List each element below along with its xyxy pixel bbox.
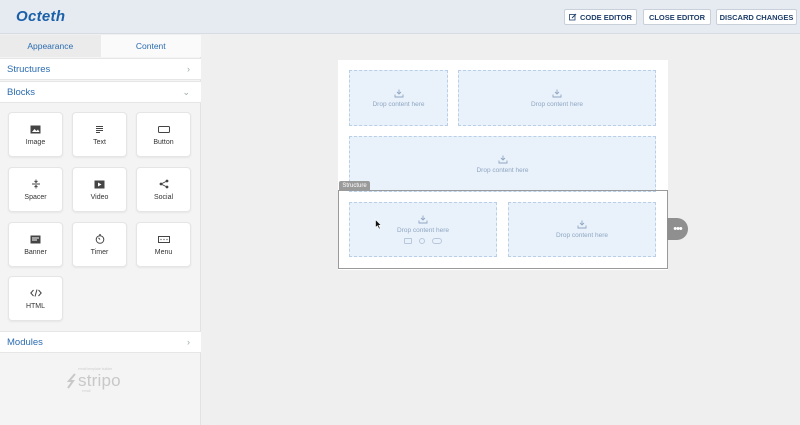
block-label: Video xyxy=(90,194,109,201)
block-html[interactable]: HTML xyxy=(8,276,63,321)
drop-label: Drop content here xyxy=(396,227,450,234)
blocks-panel: Appearance Content Structures › Blocks ⌄… xyxy=(0,35,201,425)
block-button[interactable]: Button xyxy=(136,112,191,157)
tab-appearance[interactable]: Appearance xyxy=(0,35,101,57)
button-icon[interactable] xyxy=(432,238,442,244)
drop-zone[interactable]: Drop content here xyxy=(508,202,656,257)
button-icon xyxy=(157,123,171,135)
stripo-wordmark: stripo xyxy=(78,371,121,390)
more-options-button[interactable]: ••• xyxy=(667,218,688,240)
close-editor-button[interactable]: CLOSE EDITOR xyxy=(643,9,711,25)
drop-label: Drop content here xyxy=(530,100,584,108)
brand-logo: Octeth xyxy=(16,8,66,25)
stripo-logo: email template builder stripo email xyxy=(66,367,136,393)
structure-tag[interactable]: Structure xyxy=(339,181,370,190)
code-editor-button[interactable]: CODE EDITOR xyxy=(564,9,637,25)
drop-label: Drop content here xyxy=(476,166,529,174)
chevron-right-icon: › xyxy=(187,64,190,74)
block-label: Menu xyxy=(154,249,173,256)
image-icon xyxy=(29,123,43,135)
block-label: Spacer xyxy=(24,194,47,201)
block-video[interactable]: Video xyxy=(72,167,127,212)
timer-icon xyxy=(93,233,107,245)
block-social[interactable]: Social xyxy=(136,167,191,212)
structures-label: Structures xyxy=(7,63,51,75)
image-icon[interactable] xyxy=(404,238,412,244)
block-banner[interactable]: Banner xyxy=(8,222,63,267)
email-canvas: Drop content here Drop content here Drop… xyxy=(210,35,800,425)
block-image[interactable]: Image xyxy=(8,112,63,157)
download-icon xyxy=(577,220,587,229)
blocks-label: Blocks xyxy=(7,86,35,98)
discard-changes-label: DISCARD CHANGES xyxy=(719,12,794,22)
download-icon xyxy=(552,89,562,97)
discard-changes-button[interactable]: DISCARD CHANGES xyxy=(716,9,797,25)
block-label: HTML xyxy=(25,303,46,310)
block-label: Image xyxy=(25,139,46,146)
text-icon xyxy=(93,123,107,135)
block-label: Timer xyxy=(90,249,109,256)
modules-section[interactable]: Modules › xyxy=(0,331,201,353)
drop-label: Drop content here xyxy=(555,232,609,239)
block-label: Social xyxy=(153,194,174,201)
menu-icon xyxy=(157,233,171,245)
drop-zone[interactable]: Drop content here xyxy=(458,70,656,126)
drop-label: Drop content here xyxy=(372,100,425,108)
block-text[interactable]: Text xyxy=(72,112,127,157)
tab-content[interactable]: Content xyxy=(100,35,201,57)
block-label: Text xyxy=(93,139,106,146)
code-icon xyxy=(29,287,43,299)
spacer-icon xyxy=(29,178,43,190)
drop-zone[interactable]: Drop content here xyxy=(349,202,497,257)
blocks-section[interactable]: Blocks ⌄ xyxy=(0,81,201,103)
block-timer[interactable]: Timer xyxy=(72,222,127,267)
panel-tabs: Appearance Content xyxy=(0,35,201,57)
download-icon xyxy=(394,89,403,97)
chevron-down-icon: ⌄ xyxy=(182,86,190,97)
top-bar: Octeth CODE EDITOR CLOSE EDITOR DISCARD … xyxy=(0,0,800,34)
text-icon[interactable] xyxy=(419,238,425,244)
structures-section[interactable]: Structures › xyxy=(0,58,201,80)
block-label: Button xyxy=(153,139,174,146)
mouse-cursor-icon xyxy=(375,219,382,230)
stripo-mark-icon xyxy=(66,373,76,389)
drop-zone[interactable]: Drop content here xyxy=(349,136,656,192)
drop-zone[interactable]: Drop content here xyxy=(349,70,448,126)
close-editor-label: CLOSE EDITOR xyxy=(648,12,706,22)
banner-icon xyxy=(29,233,43,245)
chevron-right-icon: › xyxy=(187,337,190,347)
block-label: Banner xyxy=(24,249,47,256)
share-icon xyxy=(157,178,171,190)
stripo-subtitle: email xyxy=(82,389,91,393)
download-icon xyxy=(418,215,428,224)
quick-insert-icons xyxy=(404,238,442,244)
block-spacer[interactable]: Spacer xyxy=(8,167,63,212)
modules-label: Modules xyxy=(7,336,43,348)
download-icon xyxy=(498,155,507,163)
video-icon xyxy=(93,178,107,190)
code-editor-label: CODE EDITOR xyxy=(580,12,632,22)
edit-icon xyxy=(569,13,577,21)
block-menu[interactable]: Menu xyxy=(136,222,191,267)
